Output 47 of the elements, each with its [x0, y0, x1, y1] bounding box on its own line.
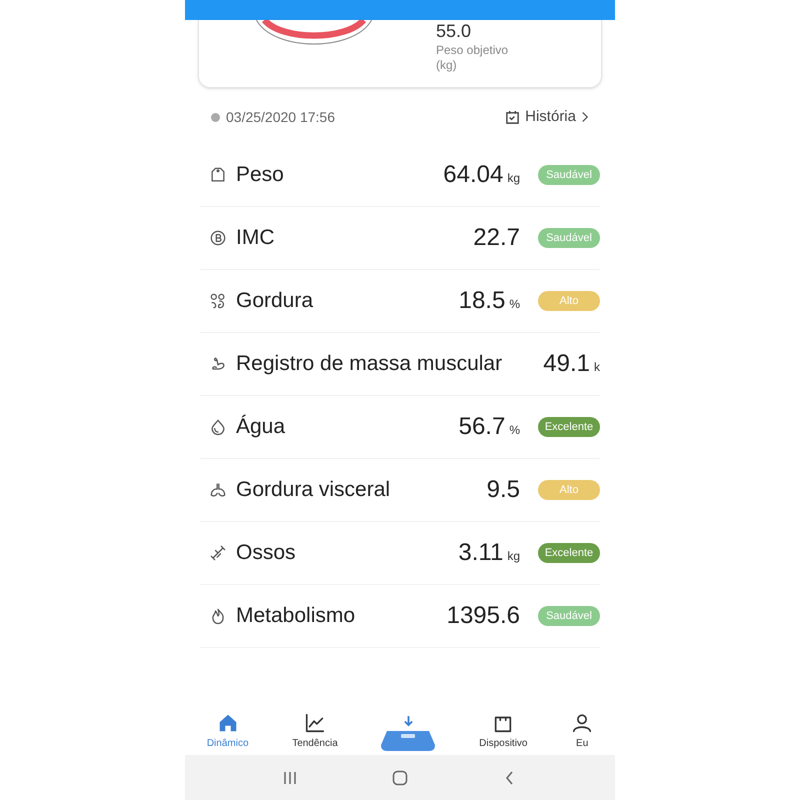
metric-unit: kg: [507, 170, 520, 187]
scale-button[interactable]: [381, 716, 436, 751]
measurement-datetime: 03/25/2020 17:56: [226, 108, 335, 126]
metric-value: 3.11: [458, 538, 504, 568]
metric-name: Água: [236, 414, 286, 440]
status-badge: Excelente: [538, 417, 600, 437]
goal-weight-label: Peso objetivo: [436, 42, 508, 58]
status-badge: Saudável: [538, 228, 600, 248]
status-badge: Saudável: [538, 165, 600, 185]
scale-icon: [381, 729, 436, 751]
status-badge: Saudável: [538, 606, 600, 626]
recent-apps-icon[interactable]: [282, 770, 298, 786]
goal-weight-unit: (kg): [436, 58, 458, 72]
metric-unit: kg: [507, 548, 520, 565]
goal-weight-value: 55.0: [436, 20, 472, 42]
metric-name: Ossos: [236, 540, 296, 566]
metric-name: Registro de massa muscular: [236, 351, 502, 378]
nav-tab[interactable]: Tendência: [292, 712, 338, 751]
line-chart-icon: [304, 712, 326, 734]
status-badge: Alto: [538, 480, 600, 500]
metric-value: 18.5: [458, 286, 506, 316]
metric-name: Gordura visceral: [236, 477, 390, 504]
calendar-icon: [505, 110, 520, 124]
metric-value: 64.04: [443, 160, 504, 190]
metric-value: 1395.6: [446, 601, 520, 631]
metric-value: 56.7: [458, 412, 506, 442]
metric-name: IMC: [236, 225, 274, 252]
metric-name: Metabolismo: [236, 603, 356, 630]
clock-icon: [211, 112, 220, 122]
status-badge: Alto: [538, 291, 600, 311]
metric-unit: k: [594, 359, 600, 376]
metric-value: 22.7: [473, 223, 520, 253]
metric-name: Gordura: [236, 288, 314, 314]
metric-unit: %: [509, 296, 520, 313]
arrow-down-icon: [404, 716, 413, 727]
person-icon: [571, 712, 594, 734]
metric-value: 9.5: [486, 475, 520, 505]
metric-value: 49.1: [543, 349, 590, 379]
nav-tab[interactable]: Dispositivo: [479, 712, 528, 751]
nav-tab[interactable]: Dinâmico: [206, 712, 249, 751]
status-badge: Excelente: [538, 543, 600, 563]
nav-tab[interactable]: Eu: [571, 712, 594, 751]
metric-unit: %: [509, 422, 520, 439]
chevron-right-icon: [581, 111, 589, 123]
home-icon[interactable]: [392, 770, 408, 786]
metric-name: Peso: [236, 162, 284, 188]
history-link[interactable]: História: [505, 106, 589, 128]
